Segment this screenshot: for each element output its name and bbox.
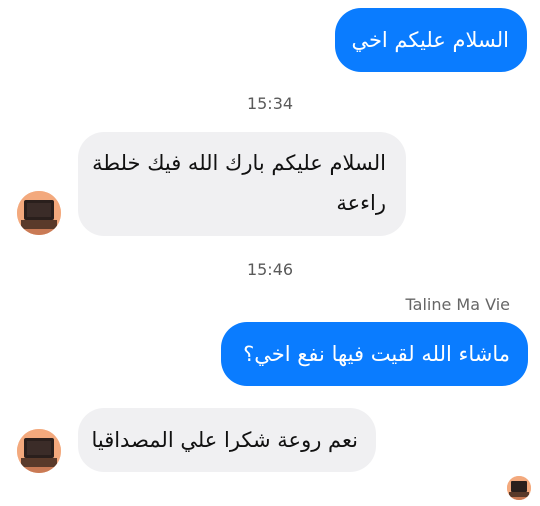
sender-name: Taline Ma Vie xyxy=(405,295,510,314)
contact-avatar-icon[interactable] xyxy=(17,429,61,473)
outgoing-message-bubble[interactable]: السلام عليكم اخي xyxy=(335,8,527,72)
message-text: السلام عليكم بارك الله فيك خلطة xyxy=(92,151,386,175)
message-timestamp: 15:34 xyxy=(246,94,294,113)
contact-avatar-icon[interactable] xyxy=(17,191,61,235)
message-text: ماشاء الله لقيت فيها نفع اخي؟ xyxy=(243,342,510,366)
message-timestamp: 15:46 xyxy=(246,260,294,279)
message-text: السلام عليكم اخي xyxy=(351,28,509,52)
message-text-line-2: راءعة xyxy=(336,191,386,215)
incoming-message-bubble[interactable]: السلام عليكم بارك الله فيك خلطة راءعة xyxy=(78,132,406,236)
message-text: نعم روعة شكرا علي المصداقيا xyxy=(91,428,358,452)
read-receipt-avatar-icon xyxy=(507,476,531,500)
incoming-message-bubble[interactable]: نعم روعة شكرا علي المصداقيا xyxy=(78,408,376,472)
outgoing-message-bubble[interactable]: ماشاء الله لقيت فيها نفع اخي؟ xyxy=(221,322,528,386)
